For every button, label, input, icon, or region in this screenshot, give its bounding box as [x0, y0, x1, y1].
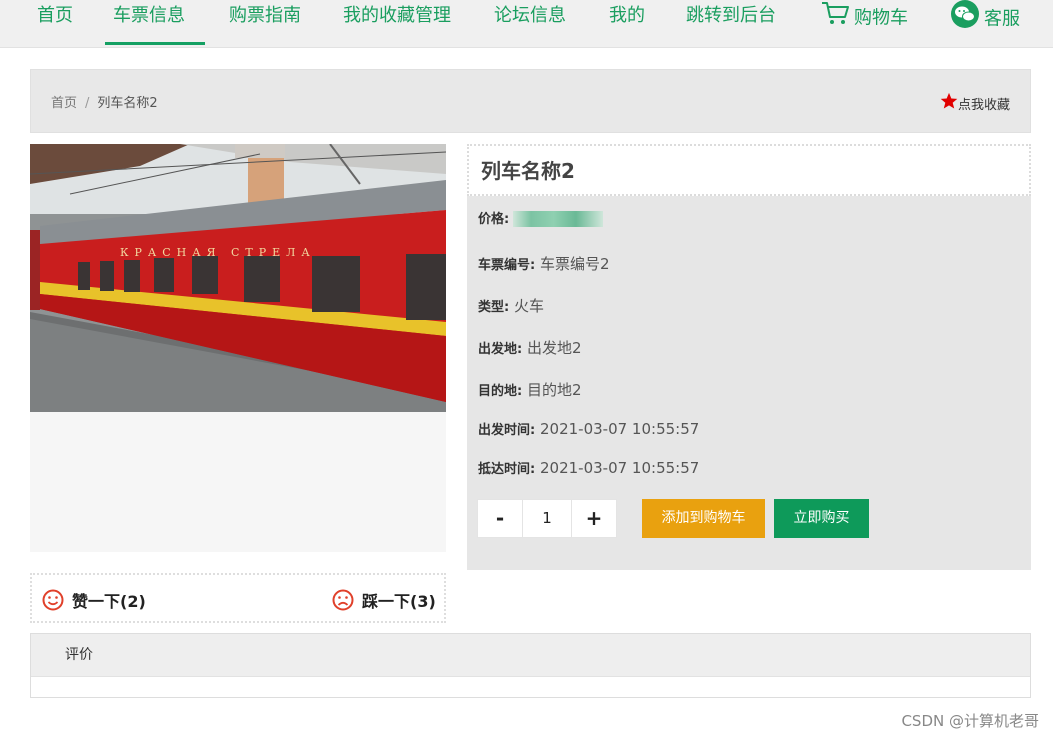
decrease-button[interactable]: -: [478, 500, 522, 537]
nav-purchase-guide[interactable]: 购票指南: [229, 0, 301, 46]
type-value: 火车: [513, 297, 544, 315]
favorite-button[interactable]: 点我收藏: [940, 92, 1010, 114]
breadcrumb-bar: 首页 / 列车名称2 点我收藏: [30, 69, 1031, 133]
quantity-value[interactable]: 1: [522, 500, 572, 537]
product-info-panel: 列车名称2 价格: 车票编号: 车票编号2 类型: 火车 出发地: 出发地2 目…: [467, 144, 1031, 570]
type-label: 类型:: [478, 300, 510, 315]
nav-home[interactable]: 首页: [37, 0, 73, 46]
departure-label: 出发地:: [478, 342, 523, 357]
watermark: CSDN @计算机老哥: [901, 712, 1039, 730]
increase-button[interactable]: +: [572, 500, 616, 537]
quantity-stepper: - 1 +: [477, 499, 617, 538]
type-row: 类型: 火车: [478, 295, 544, 316]
dislike-button[interactable]: 踩一下(3): [332, 588, 436, 612]
depart-time-label: 出发时间:: [478, 423, 536, 438]
destination-row: 目的地: 目的地2: [478, 379, 582, 400]
nav-backend[interactable]: 跳转到后台: [686, 0, 776, 46]
svg-text:КРАСНАЯ СТРЕЛА: КРАСНАЯ СТРЕЛА: [120, 246, 316, 259]
wechat-icon: [950, 0, 980, 39]
breadcrumb: 首页 / 列车名称2: [51, 92, 158, 111]
dislike-label: 踩一下(3): [362, 592, 436, 611]
favorite-label: 点我收藏: [957, 97, 1010, 113]
like-label: 赞一下(2): [72, 592, 146, 611]
like-button[interactable]: 赞一下(2): [42, 588, 146, 612]
comments-header: 评价: [31, 634, 1030, 677]
departure-row: 出发地: 出发地2: [478, 337, 582, 358]
product-title: 列车名称2: [467, 144, 1031, 196]
vote-box: 赞一下(2) 踩一下(3): [30, 573, 446, 623]
departure-value: 出发地2: [526, 339, 582, 357]
nav-service[interactable]: 客服: [950, 0, 1020, 46]
buy-now-button[interactable]: 立即购买: [774, 499, 869, 538]
destination-label: 目的地:: [478, 384, 523, 399]
top-nav: 首页 车票信息 购票指南 我的收藏管理 论坛信息 我的 跳转到后台 购物车 客服: [0, 0, 1053, 48]
breadcrumb-home[interactable]: 首页: [51, 96, 77, 111]
arrive-time-row: 抵达时间: 2021-03-07 10:55:57: [478, 458, 699, 477]
cart-icon: [820, 0, 850, 37]
ticket-no-label: 车票编号:: [478, 258, 536, 273]
ticket-no-row: 车票编号: 车票编号2: [478, 253, 610, 274]
frown-icon: [332, 589, 354, 611]
arrive-time-label: 抵达时间:: [478, 462, 536, 477]
comments-section: 评价: [30, 633, 1031, 698]
breadcrumb-current: 列车名称2: [97, 96, 158, 111]
destination-value: 目的地2: [526, 381, 582, 399]
depart-time-row: 出发时间: 2021-03-07 10:55:57: [478, 419, 699, 438]
price-row: 价格:: [478, 208, 604, 227]
add-to-cart-button[interactable]: 添加到购物车: [642, 499, 765, 538]
ticket-no-value: 车票编号2: [539, 255, 610, 273]
train-photo: КРАСНАЯ СТРЕЛА: [30, 144, 446, 412]
arrive-time-value: 2021-03-07 10:55:57: [539, 459, 700, 477]
nav-cart[interactable]: 购物车: [820, 0, 908, 46]
product-image-panel: КРАСНАЯ СТРЕЛА: [30, 144, 446, 552]
breadcrumb-separator: /: [85, 96, 90, 111]
nav-forum[interactable]: 论坛信息: [494, 0, 566, 46]
star-icon: [940, 92, 958, 114]
smile-icon: [42, 589, 64, 611]
nav-ticket-info[interactable]: 车票信息: [105, 0, 205, 46]
nav-service-label: 客服: [984, 8, 1020, 30]
price-label: 价格:: [478, 212, 510, 227]
depart-time-value: 2021-03-07 10:55:57: [539, 420, 700, 438]
price-value-redacted: [513, 210, 604, 227]
nav-mine[interactable]: 我的: [609, 0, 645, 46]
nav-cart-label: 购物车: [854, 7, 908, 29]
nav-my-favorites[interactable]: 我的收藏管理: [343, 0, 451, 46]
